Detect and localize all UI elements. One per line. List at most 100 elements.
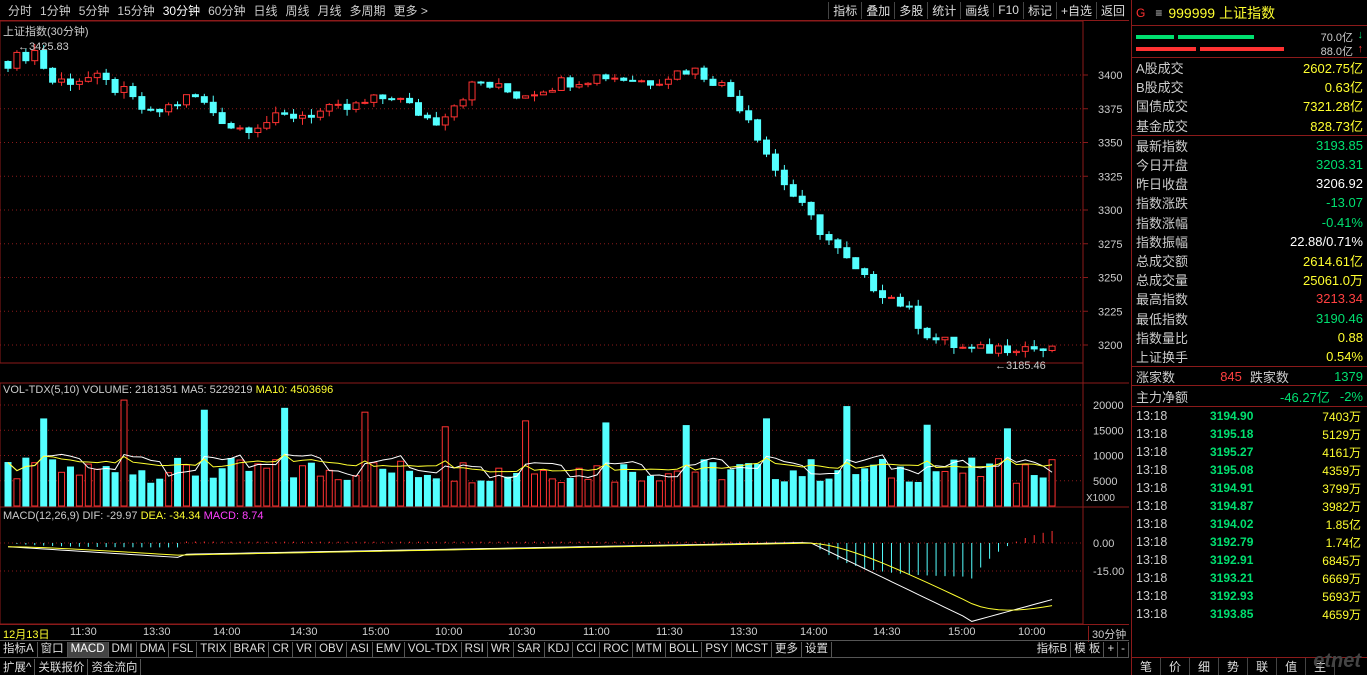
period-tab-4[interactable]: 30分钟	[163, 2, 200, 19]
tick-row[interactable]: 13:18 3195.08 4359万	[1132, 461, 1367, 479]
tick-row[interactable]: 13:18 3192.79 1.74亿	[1132, 533, 1367, 551]
candle-body	[611, 77, 619, 80]
tick-row[interactable]: 13:18 3195.27 4161万	[1132, 443, 1367, 461]
indicator-tab-22[interactable]: PSY	[702, 641, 733, 657]
indicator-tab-12[interactable]: EMV	[373, 641, 405, 657]
indicator-right-0[interactable]: 指标B	[1034, 641, 1072, 657]
tick-row[interactable]: 13:18 3194.02 1.85亿	[1132, 515, 1367, 533]
candle-body	[557, 77, 565, 91]
period-tab-2[interactable]: 5分钟	[79, 2, 110, 19]
indicator-tab-8[interactable]: CR	[269, 641, 294, 657]
indicator-right-3[interactable]: -	[1118, 641, 1129, 657]
indicator-tab-7[interactable]: BRAR	[231, 641, 270, 657]
volume-bar	[861, 468, 869, 507]
indicator-tab-16[interactable]: SAR	[514, 641, 545, 657]
tick-row[interactable]: 13:18 3194.91 3799万	[1132, 479, 1367, 497]
indicator-tab-6[interactable]: TRIX	[197, 641, 231, 657]
indicator-tab-23[interactable]: MCST	[732, 641, 772, 657]
indicator-tab-5[interactable]: FSL	[169, 641, 198, 657]
tick-row[interactable]: 13:18 3192.93 5693万	[1132, 587, 1367, 605]
indicator-tab-21[interactable]: BOLL	[666, 641, 703, 657]
indicator-tab-11[interactable]: ASI	[347, 641, 373, 657]
indicator-tab-10[interactable]: OBV	[316, 641, 348, 657]
tick-list[interactable]: 13:18 3194.90 7403万 13:18 3195.18 5129万 13:18 3…	[1132, 407, 1367, 623]
indicator-tab-24[interactable]: 更多	[772, 641, 802, 657]
volume-bar	[789, 470, 797, 507]
stat-value: 3190.46	[1316, 310, 1363, 326]
indicator-right-1[interactable]: 模 板	[1071, 641, 1105, 657]
tool-button-0[interactable]: 指标	[828, 1, 861, 19]
tool-button-8[interactable]: 返回	[1095, 1, 1129, 19]
volume-bar	[977, 476, 985, 507]
indicator-tab-9[interactable]: VR	[293, 641, 317, 657]
period-tab-5[interactable]: 60分钟	[208, 2, 245, 19]
side-tab-2[interactable]: 细	[1190, 658, 1220, 675]
volume-bar	[655, 480, 663, 507]
indicator-tab-4[interactable]: DMA	[137, 641, 170, 657]
kline-chart-svg[interactable]: 3400 3375 3350 3325 3300 3275 3250 3225 3200 ←342…	[0, 20, 1129, 625]
tool-button-5[interactable]: F10	[993, 3, 1023, 17]
tick-row[interactable]: 13:18 3193.85 4659万	[1132, 605, 1367, 623]
candle	[370, 94, 378, 108]
indicator-tab-2[interactable]: MACD	[67, 641, 109, 657]
period-tab-1[interactable]: 1分钟	[40, 2, 71, 19]
tool-button-3[interactable]: 统计	[927, 1, 960, 19]
stat-value: -0.41%	[1321, 214, 1363, 230]
candle-body	[75, 80, 83, 85]
candle	[486, 81, 494, 89]
chart-area[interactable]: 3400 3375 3350 3325 3300 3275 3250 3225 3200 ←342…	[0, 20, 1129, 625]
tick-row[interactable]: 13:18 3194.90 7403万	[1132, 407, 1367, 425]
period-tab-3[interactable]: 15分钟	[117, 2, 154, 19]
indicator-tab-15[interactable]: WR	[488, 641, 515, 657]
period-tab-6[interactable]: 日线	[253, 2, 277, 19]
indicator-tab-20[interactable]: MTM	[633, 641, 666, 657]
tool-button-2[interactable]: 多股	[894, 1, 927, 19]
bottom-tab-1[interactable]: 关联报价	[35, 658, 89, 675]
tool-button-7[interactable]: +自选	[1055, 1, 1096, 19]
period-tab-7[interactable]: 周线	[285, 2, 309, 19]
indicator-tab-18[interactable]: CCI	[573, 641, 601, 657]
period-tab-0[interactable]: 分时	[8, 2, 32, 19]
tool-button-1[interactable]: 叠加	[861, 1, 894, 19]
candle	[1048, 345, 1056, 353]
tick-row[interactable]: 13:18 3192.91 6845万	[1132, 551, 1367, 569]
price-tick-label: 3250	[1098, 273, 1122, 285]
indicator-tab-17[interactable]: KDJ	[545, 641, 574, 657]
volume-bar	[75, 474, 83, 507]
candle	[852, 257, 860, 270]
tick-row[interactable]: 13:18 3194.87 3982万	[1132, 497, 1367, 515]
tick-row[interactable]: 13:18 3193.21 6669万	[1132, 569, 1367, 587]
side-tab-1[interactable]: 价	[1161, 658, 1191, 675]
side-tab-4[interactable]: 联	[1248, 658, 1278, 675]
side-tab-3[interactable]: 势	[1219, 658, 1249, 675]
tick-row[interactable]: 13:18 3195.18 5129万	[1132, 425, 1367, 443]
candle	[200, 93, 208, 105]
bottom-tab-0[interactable]: 扩展^	[0, 658, 36, 675]
volume-bar	[361, 411, 369, 507]
indicator-tab-19[interactable]: ROC	[600, 641, 633, 657]
menu-icon[interactable]: ≡	[1155, 6, 1162, 20]
side-tab-0[interactable]: 笔	[1132, 658, 1162, 675]
period-tab-8[interactable]: 月线	[318, 2, 342, 19]
indicator-tab-13[interactable]: VOL-TDX	[405, 641, 462, 657]
indicator-tab-3[interactable]: DMI	[109, 641, 137, 657]
candle-body	[932, 337, 940, 341]
candle	[13, 50, 21, 71]
indicator-tab-14[interactable]: RSI	[462, 641, 488, 657]
tool-button-6[interactable]: 标记	[1022, 1, 1056, 19]
candle	[986, 338, 994, 354]
bottom-tab-2[interactable]: 资金流向	[88, 658, 142, 675]
indicator-tab-0[interactable]: 指标A	[0, 641, 38, 657]
trading-terminal: { "toolbar":{ "periods":["分时","1分钟","5分钟…	[0, 0, 1367, 675]
candle	[807, 201, 815, 220]
volume-bar	[638, 480, 646, 507]
period-tab-10[interactable]: 更多 >	[394, 2, 428, 19]
indicator-right-2[interactable]: +	[1104, 641, 1119, 657]
tool-button-4[interactable]: 画线	[960, 1, 993, 19]
side-tab-5[interactable]: 值	[1277, 658, 1307, 675]
stat-row: 最新指数 3193.85	[1132, 136, 1367, 155]
candle-body	[352, 102, 360, 110]
period-tab-9[interactable]: 多周期	[350, 2, 386, 19]
indicator-tab-25[interactable]: 设置	[802, 641, 832, 657]
indicator-tab-1[interactable]: 窗口	[38, 641, 68, 657]
